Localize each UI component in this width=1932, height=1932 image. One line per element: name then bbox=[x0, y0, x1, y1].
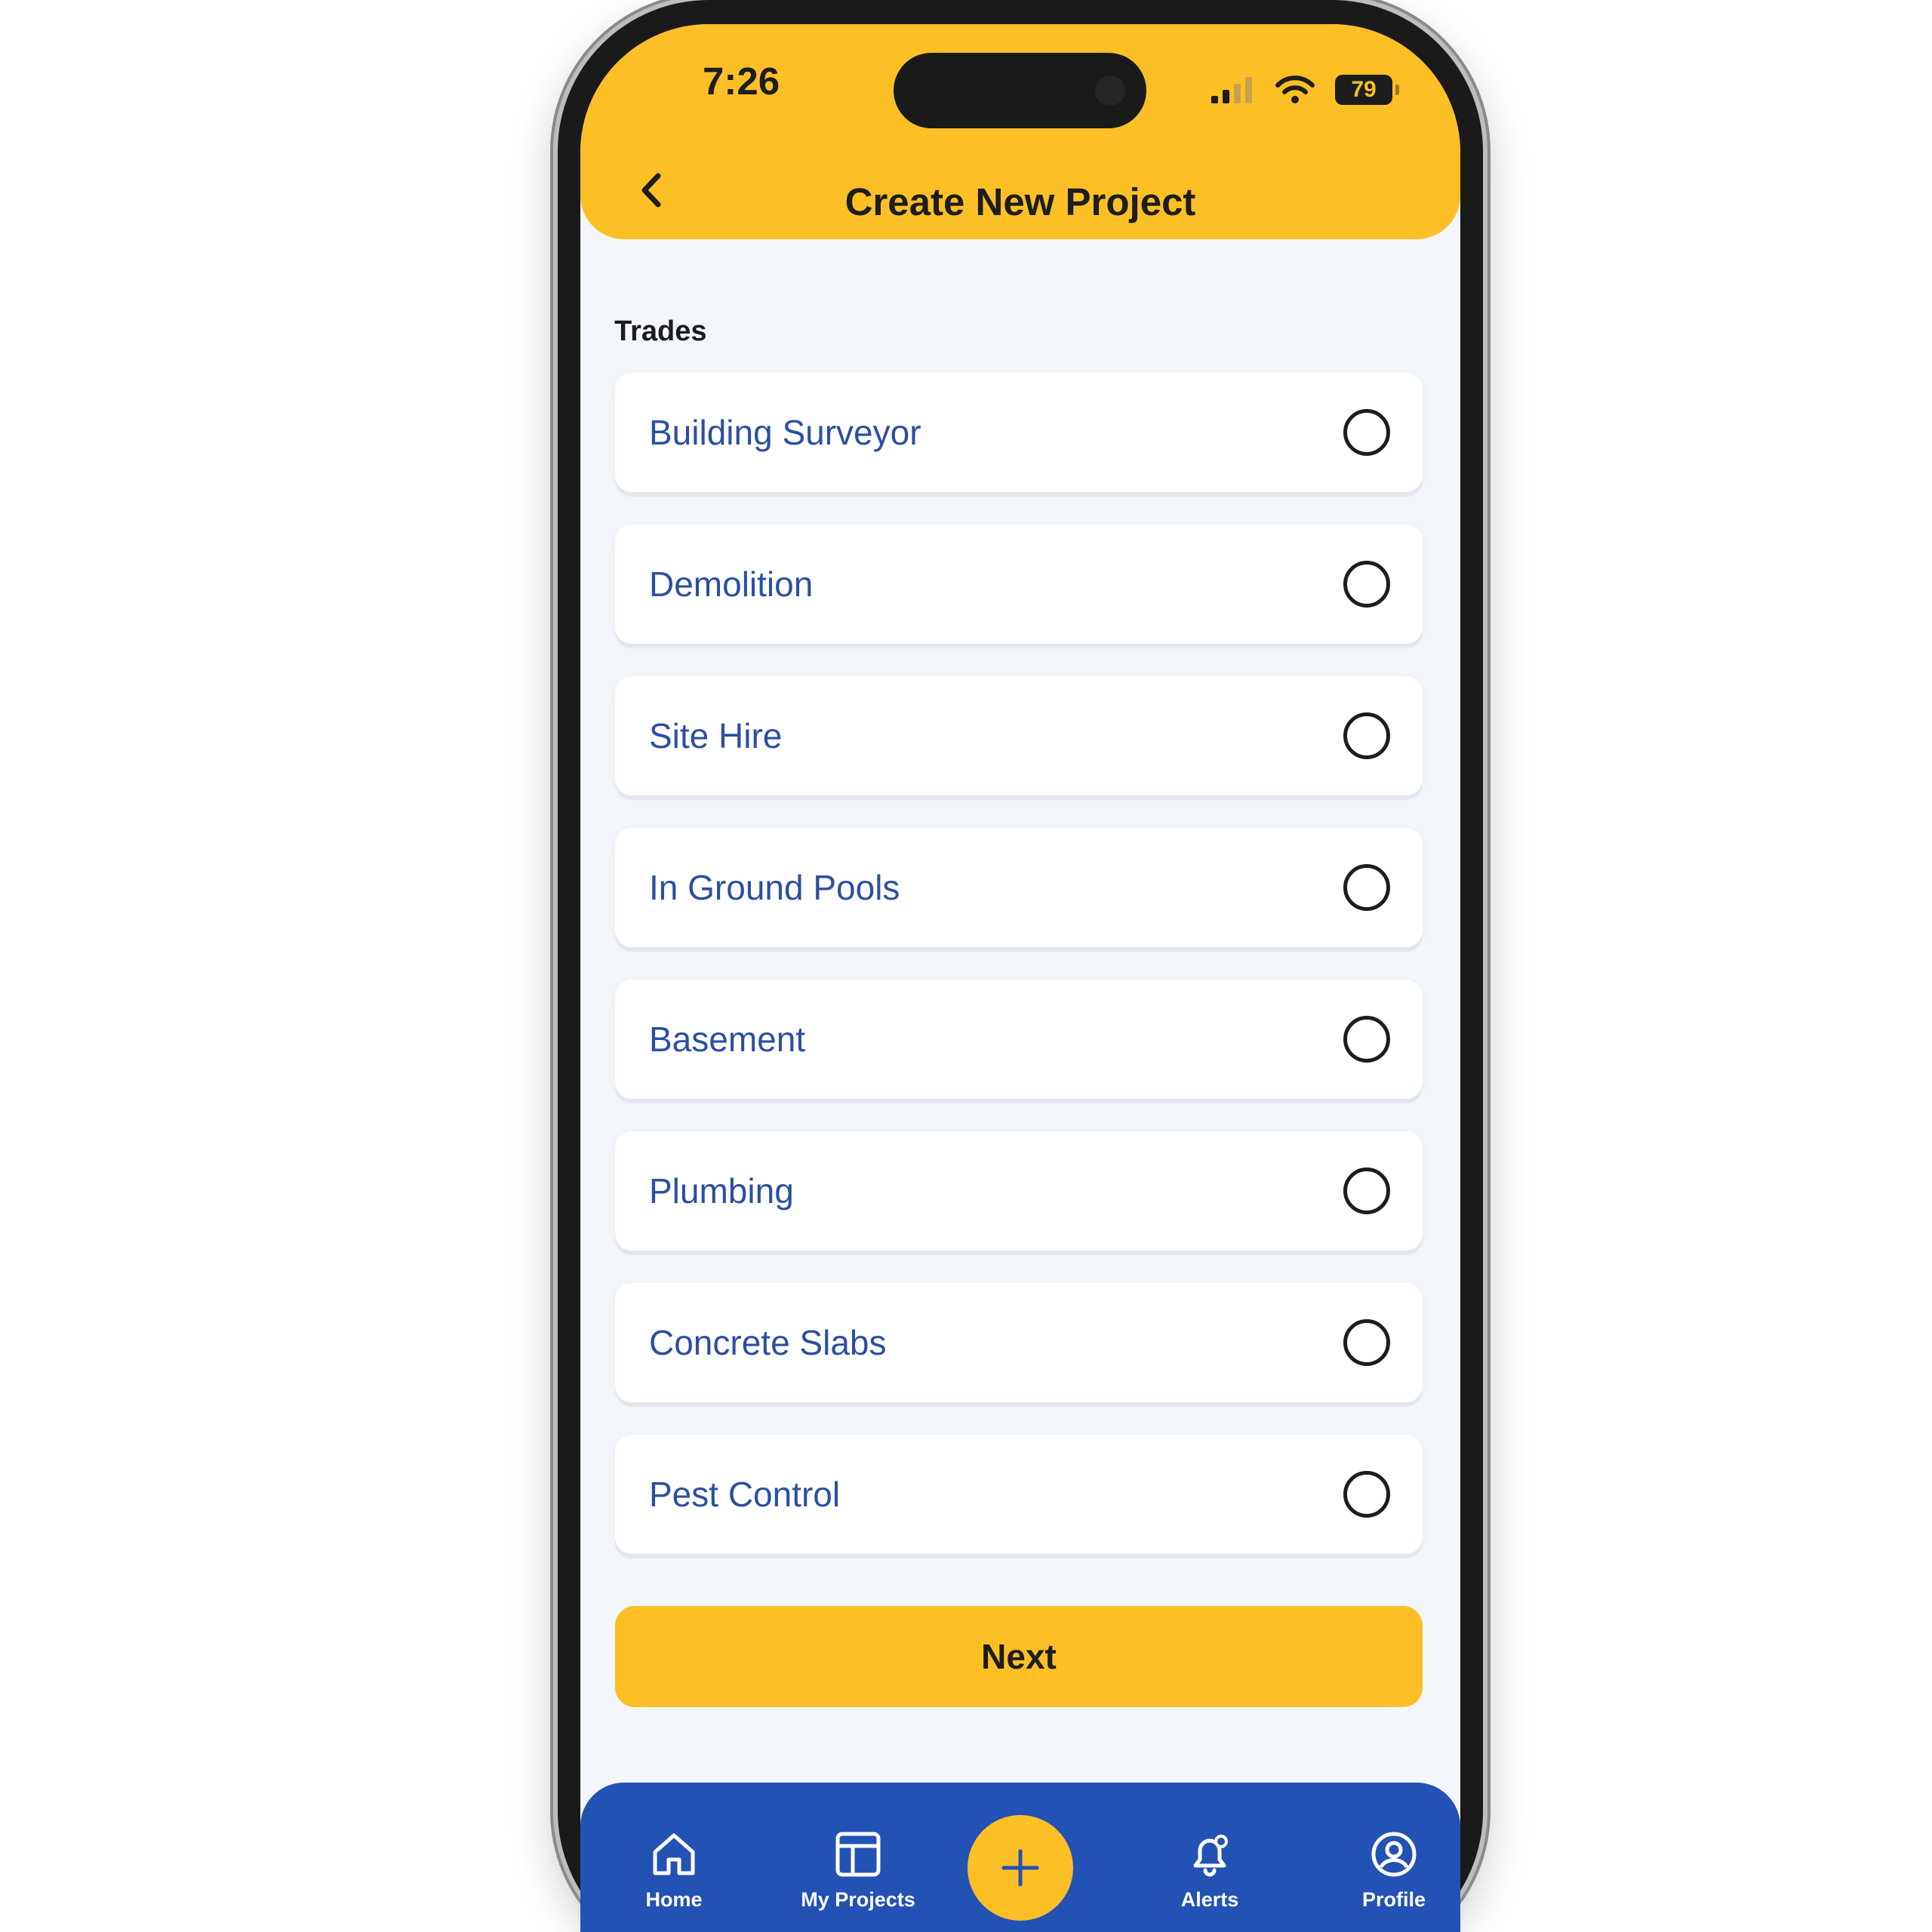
dynamic-island bbox=[894, 53, 1146, 128]
radio-button[interactable] bbox=[1343, 409, 1390, 456]
wifi-icon bbox=[1275, 75, 1315, 103]
nav-label: Alerts bbox=[1180, 1888, 1239, 1911]
status-time: 7:26 bbox=[703, 60, 780, 103]
home-icon bbox=[653, 1833, 695, 1875]
nav-label: Home bbox=[645, 1888, 703, 1911]
trade-item-basement[interactable]: Basement bbox=[615, 980, 1423, 1099]
nav-item-alerts[interactable]: Alerts bbox=[1134, 1829, 1285, 1912]
trade-item-pest-control[interactable]: Pest Control bbox=[615, 1435, 1423, 1554]
trade-label: Concrete Slabs bbox=[649, 1323, 887, 1362]
nav-label: My Projects bbox=[801, 1888, 915, 1911]
page-title: Create New Project bbox=[844, 180, 1196, 223]
nav-item-my-projects[interactable]: My Projects bbox=[783, 1829, 934, 1912]
trade-label: Basement bbox=[649, 1020, 806, 1059]
trade-label: Building Surveyor bbox=[649, 413, 921, 452]
trade-item-in-ground-pools[interactable]: In Ground Pools bbox=[615, 828, 1423, 947]
trade-label: Site Hire bbox=[649, 716, 783, 755]
battery-icon: 79 bbox=[1335, 75, 1399, 105]
radio-button[interactable] bbox=[1343, 1168, 1390, 1214]
nav-item-profile[interactable]: Profile bbox=[1318, 1829, 1460, 1912]
app-header: 7:26 79 Create New Project bbox=[580, 24, 1460, 239]
trades-section-label: Trades bbox=[614, 315, 707, 347]
add-project-button[interactable] bbox=[968, 1815, 1073, 1921]
status-icons: 79 bbox=[1210, 71, 1399, 109]
trade-label: In Ground Pools bbox=[649, 868, 900, 907]
trade-item-building-surveyor[interactable]: Building Surveyor bbox=[615, 373, 1423, 492]
radio-button[interactable] bbox=[1343, 712, 1390, 759]
projects-icon bbox=[835, 1832, 881, 1877]
trade-item-demolition[interactable]: Demolition bbox=[615, 525, 1423, 644]
radio-button[interactable] bbox=[1343, 1016, 1390, 1063]
next-button[interactable]: Next bbox=[615, 1606, 1423, 1707]
trade-item-site-hire[interactable]: Site Hire bbox=[615, 676, 1423, 795]
trade-item-plumbing[interactable]: Plumbing bbox=[615, 1131, 1423, 1251]
radio-button[interactable] bbox=[1343, 864, 1390, 911]
trade-label: Plumbing bbox=[649, 1171, 794, 1211]
trade-label: Pest Control bbox=[649, 1475, 841, 1514]
radio-button[interactable] bbox=[1343, 1471, 1390, 1518]
radio-button[interactable] bbox=[1343, 561, 1390, 608]
bell-icon bbox=[1193, 1835, 1228, 1877]
camera-icon bbox=[1095, 75, 1125, 106]
phone-screen: 7:26 79 Create New Project Trades Buildi… bbox=[580, 24, 1460, 1932]
trade-item-concrete-slabs[interactable]: Concrete Slabs bbox=[615, 1283, 1423, 1402]
battery-level: 79 bbox=[1351, 77, 1377, 102]
nav-item-home[interactable]: Home bbox=[598, 1829, 749, 1912]
plus-icon bbox=[1001, 1849, 1039, 1887]
scene: 7:26 79 Create New Project Trades Buildi… bbox=[0, 0, 1932, 1932]
profile-icon bbox=[1371, 1832, 1417, 1877]
nav-label: Profile bbox=[1361, 1888, 1426, 1911]
phone-frame: 7:26 79 Create New Project Trades Buildi… bbox=[558, 0, 1483, 1932]
radio-button[interactable] bbox=[1343, 1319, 1390, 1366]
signal-icon bbox=[1211, 77, 1252, 103]
bottom-nav: Home My Projects Alerts Profile bbox=[580, 1783, 1460, 1932]
trade-label: Demolition bbox=[649, 565, 814, 604]
trade-list: Building Surveyor Demolition Site Hire I… bbox=[615, 373, 1423, 1586]
